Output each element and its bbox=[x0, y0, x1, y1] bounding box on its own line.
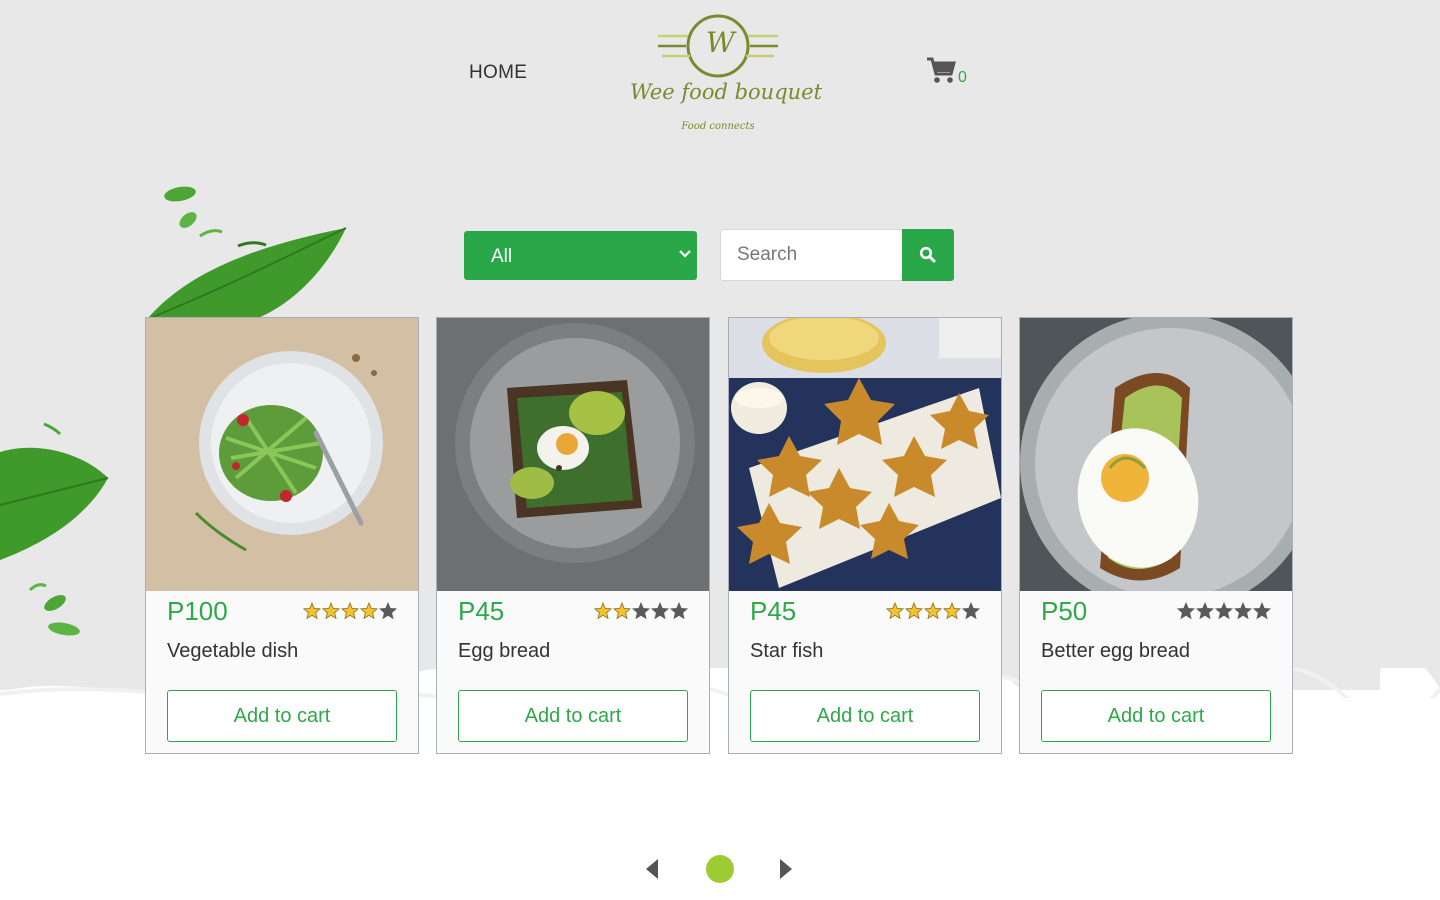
star-empty-icon bbox=[1233, 602, 1253, 620]
search-button[interactable] bbox=[902, 229, 954, 281]
add-to-cart-button[interactable]: Add to cart bbox=[750, 690, 980, 742]
star-filled-icon bbox=[359, 602, 379, 620]
search-input[interactable] bbox=[721, 230, 902, 280]
chevron-down-icon bbox=[679, 250, 691, 258]
product-card: P50 Better egg bread Add to cart bbox=[1019, 317, 1293, 754]
search-icon bbox=[919, 246, 936, 263]
pager-page-dot[interactable] bbox=[706, 855, 734, 883]
add-to-cart-button[interactable]: Add to cart bbox=[167, 690, 397, 742]
rating-stars bbox=[1177, 602, 1271, 620]
star-empty-icon bbox=[669, 602, 688, 620]
star-empty-icon bbox=[650, 602, 670, 620]
star-empty-icon bbox=[1252, 602, 1271, 620]
star-empty-icon bbox=[1195, 602, 1215, 620]
product-name: Star fish bbox=[750, 640, 824, 662]
cart-count-badge: 0 bbox=[958, 69, 967, 86]
rating-stars bbox=[594, 602, 688, 620]
star-filled-icon bbox=[594, 602, 613, 620]
product-price: P45 bbox=[750, 596, 797, 626]
cart-button[interactable]: 0 bbox=[926, 56, 976, 92]
product-list: P100 Vegetable dish Add to cart P45 Egg … bbox=[145, 317, 1295, 755]
star-filled-icon bbox=[612, 602, 632, 620]
product-price: P50 bbox=[1041, 596, 1088, 626]
star-filled-icon bbox=[886, 602, 905, 620]
product-name: Egg bread bbox=[458, 640, 551, 662]
star-empty-icon bbox=[961, 602, 980, 620]
star-empty-icon bbox=[378, 602, 397, 620]
pager-prev-icon[interactable] bbox=[645, 858, 659, 880]
star-empty-icon bbox=[1177, 602, 1196, 620]
search-box bbox=[720, 229, 954, 281]
logo-letter: W bbox=[706, 26, 735, 59]
logo-name: Wee food bouquet bbox=[630, 80, 823, 104]
product-card: P45 Egg bread Add to cart bbox=[436, 317, 710, 754]
product-card: P45 Star fish Add to cart bbox=[728, 317, 1002, 754]
star-empty-icon bbox=[631, 602, 651, 620]
star-filled-icon bbox=[303, 602, 322, 620]
product-name: Vegetable dish bbox=[167, 640, 299, 662]
product-price: P45 bbox=[458, 596, 505, 626]
product-image-vegetable-dish[interactable] bbox=[146, 318, 418, 591]
pager-next-icon[interactable] bbox=[779, 858, 793, 880]
product-name: Better egg bread bbox=[1041, 640, 1190, 662]
cart-icon bbox=[927, 57, 956, 83]
logo-tagline: Food connects bbox=[681, 121, 755, 132]
star-filled-icon bbox=[340, 602, 360, 620]
product-image-better-egg-bread[interactable] bbox=[1020, 318, 1292, 591]
star-filled-icon bbox=[942, 602, 962, 620]
nav-home-link[interactable]: HOME bbox=[469, 62, 527, 84]
star-filled-icon bbox=[923, 602, 943, 620]
product-image-egg-bread[interactable] bbox=[437, 318, 709, 591]
logo[interactable]: W Wee food bouquet Food connects bbox=[628, 8, 823, 138]
star-filled-icon bbox=[321, 602, 341, 620]
star-empty-icon bbox=[1214, 602, 1234, 620]
add-to-cart-button[interactable]: Add to cart bbox=[1041, 690, 1271, 742]
category-selected-label: All bbox=[491, 246, 513, 267]
product-price: P100 bbox=[167, 596, 228, 626]
product-image-star-fish[interactable] bbox=[729, 318, 1001, 591]
rating-stars bbox=[303, 602, 397, 620]
category-select[interactable]: All bbox=[464, 231, 697, 280]
product-card: P100 Vegetable dish Add to cart bbox=[145, 317, 419, 754]
add-to-cart-button[interactable]: Add to cart bbox=[458, 690, 688, 742]
rating-stars bbox=[886, 602, 980, 620]
star-filled-icon bbox=[904, 602, 924, 620]
